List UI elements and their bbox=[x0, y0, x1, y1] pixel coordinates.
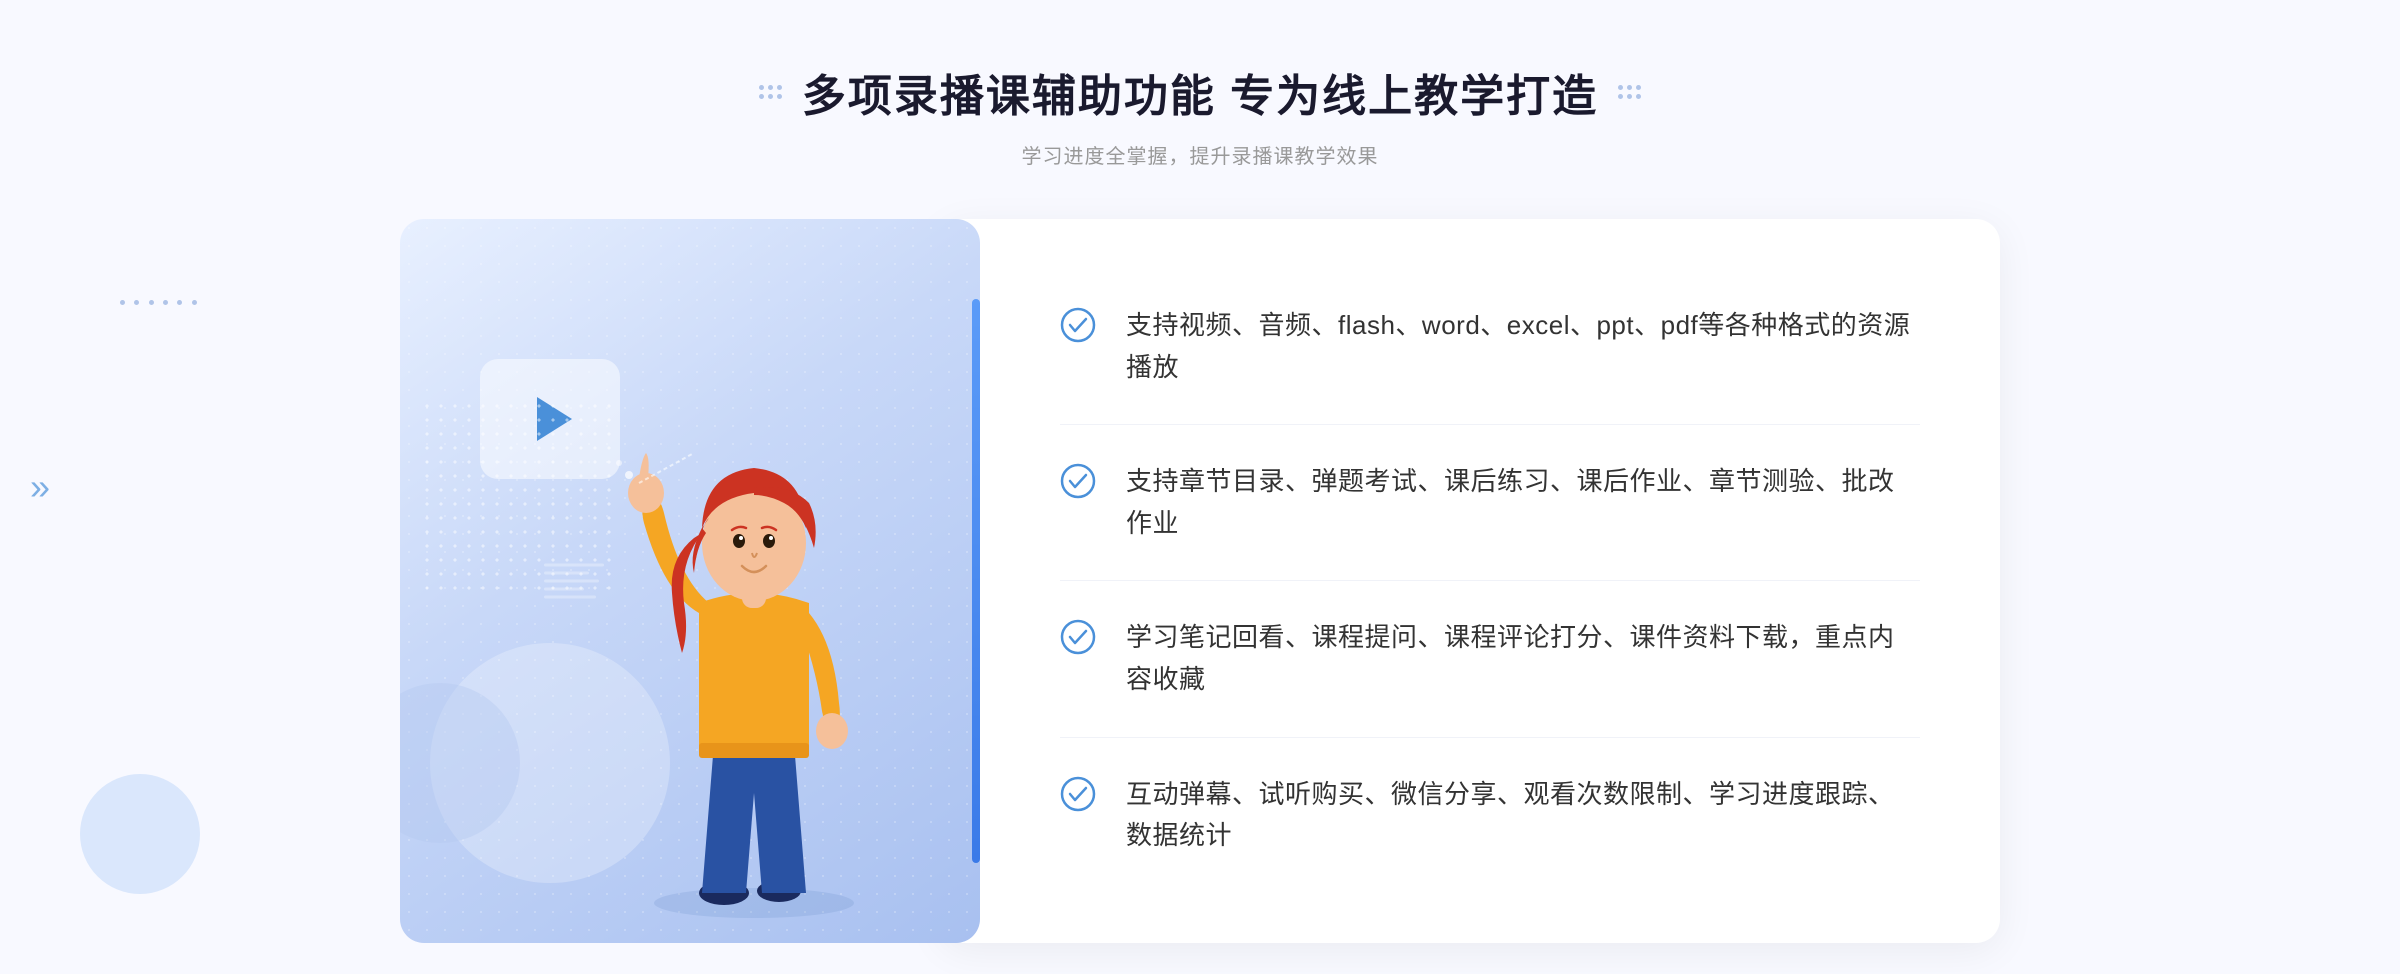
title-deco-left bbox=[759, 85, 782, 99]
page-subtitle: 学习进度全掌握，提升录播课教学效果 bbox=[759, 140, 1641, 169]
main-content: 支持视频、音频、flash、word、excel、ppt、pdf等各种格式的资源… bbox=[400, 219, 2000, 943]
feature-text-1: 支持视频、音频、flash、word、excel、ppt、pdf等各种格式的资源… bbox=[1126, 305, 1920, 388]
check-icon-2 bbox=[1060, 463, 1096, 499]
check-icon-4 bbox=[1060, 776, 1096, 812]
feature-item-3: 学习笔记回看、课程提问、课程评论打分、课件资料下载，重点内容收藏 bbox=[1060, 581, 1920, 737]
title-deco-right bbox=[1618, 85, 1641, 99]
feature-item-4: 互动弹幕、试听购买、微信分享、观看次数限制、学习进度跟踪、数据统计 bbox=[1060, 738, 1920, 893]
feature-item-1: 支持视频、音频、flash、word、excel、ppt、pdf等各种格式的资源… bbox=[1060, 269, 1920, 425]
check-icon-1 bbox=[1060, 307, 1096, 343]
feature-item-2: 支持章节目录、弹题考试、课后练习、课后作业、章节测验、批改作业 bbox=[1060, 425, 1920, 581]
dots-overlay bbox=[420, 399, 620, 599]
page-title: 多项录播课辅助功能 专为线上教学打造 bbox=[802, 60, 1598, 124]
header-section: 多项录播课辅助功能 专为线上教学打造 学习进度全掌握，提升录播课教学效果 bbox=[759, 60, 1641, 169]
title-row: 多项录播课辅助功能 专为线上教学打造 bbox=[759, 60, 1641, 124]
feature-text-3: 学习笔记回看、课程提问、课程评论打分、课件资料下载，重点内容收藏 bbox=[1126, 617, 1920, 700]
features-card: 支持视频、音频、flash、word、excel、ppt、pdf等各种格式的资源… bbox=[940, 219, 2000, 943]
left-arrow-decoration: » bbox=[30, 466, 50, 508]
blue-vertical-bar bbox=[972, 299, 980, 863]
feature-text-2: 支持章节目录、弹题考试、课后练习、课后作业、章节测验、批改作业 bbox=[1126, 461, 1920, 544]
bottom-left-circle bbox=[80, 774, 200, 894]
feature-text-4: 互动弹幕、试听购买、微信分享、观看次数限制、学习进度跟踪、数据统计 bbox=[1126, 774, 1920, 857]
left-dots-decoration bbox=[120, 300, 200, 305]
illustration-card bbox=[400, 219, 980, 943]
check-icon-3 bbox=[1060, 619, 1096, 655]
page-container: 多项录播课辅助功能 专为线上教学打造 学习进度全掌握，提升录播课教学效果 » bbox=[0, 0, 2400, 974]
human-figure-illustration bbox=[594, 403, 914, 923]
